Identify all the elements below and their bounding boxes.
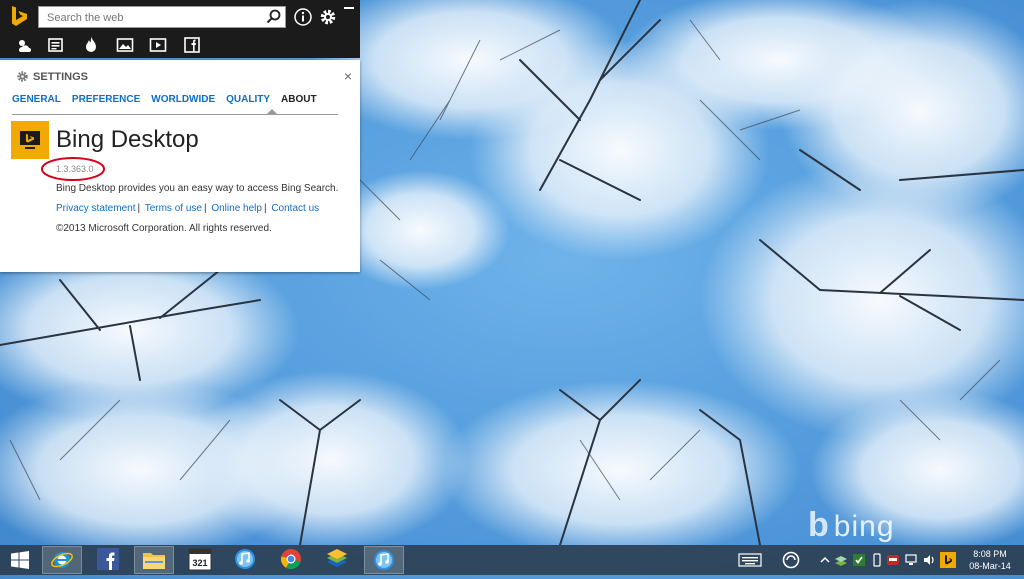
trending-icon[interactable] bbox=[82, 36, 100, 54]
calendar-number: 321 bbox=[192, 558, 207, 568]
copyright-text: ©2013 Microsoft Corporation. All rights … bbox=[56, 223, 272, 234]
internet-explorer-icon bbox=[51, 552, 73, 568]
tab-preference[interactable]: PREFERENCE bbox=[72, 94, 140, 105]
tab-worldwide[interactable]: WORLDWIDE bbox=[151, 94, 215, 105]
close-icon[interactable]: × bbox=[344, 68, 352, 84]
bing-watermark-logo: b bing bbox=[808, 506, 895, 544]
app-description: Bing Desktop provides you an easy way to… bbox=[56, 183, 339, 194]
active-tab-caret bbox=[267, 109, 277, 114]
version-number: 1.3.363.0 bbox=[56, 164, 94, 174]
start-button[interactable] bbox=[0, 546, 40, 574]
tab-about[interactable]: ABOUT bbox=[281, 94, 317, 105]
tab-divider bbox=[12, 114, 338, 115]
gear-icon[interactable] bbox=[318, 7, 338, 27]
search-box bbox=[38, 6, 286, 28]
chrome-button[interactable] bbox=[272, 546, 312, 574]
search-button-icon[interactable] bbox=[265, 8, 283, 26]
show-hidden-icons-icon[interactable] bbox=[820, 553, 830, 567]
bing-logo-icon[interactable] bbox=[8, 5, 30, 29]
itunes-running-button[interactable] bbox=[364, 546, 404, 574]
online-help-link[interactable]: Online help bbox=[211, 203, 262, 214]
sync-circle-icon[interactable] bbox=[782, 551, 800, 569]
app-title: Bing Desktop bbox=[56, 126, 199, 153]
facebook-icon bbox=[97, 548, 119, 570]
windows-logo-icon bbox=[11, 551, 29, 569]
facebook-button[interactable] bbox=[88, 546, 128, 574]
tab-general[interactable]: GENERAL bbox=[12, 94, 61, 105]
touch-keyboard-icon[interactable] bbox=[738, 553, 762, 567]
gear-icon bbox=[17, 71, 28, 82]
videos-icon[interactable] bbox=[149, 36, 167, 54]
network-app-icon[interactable] bbox=[834, 553, 848, 567]
bing-desktop-app-icon bbox=[11, 121, 49, 159]
calendar-icon: 321 bbox=[188, 548, 212, 571]
facebook-icon[interactable] bbox=[183, 36, 201, 54]
bing-tray-icon[interactable] bbox=[940, 552, 956, 568]
toolbar-shortcuts bbox=[0, 34, 360, 56]
settings-tabs: GENERAL PREFERENCE WORLDWIDE QUALITY ABO… bbox=[12, 94, 328, 105]
privacy-statement-link[interactable]: Privacy statement bbox=[56, 203, 135, 214]
clock-date: 08-Mar-14 bbox=[969, 561, 1011, 571]
file-explorer-icon bbox=[143, 553, 165, 569]
itunes-button[interactable] bbox=[226, 546, 266, 574]
chrome-icon bbox=[280, 549, 301, 570]
settings-panel: SETTINGS × GENERAL PREFERENCE WORLDWIDE … bbox=[0, 60, 360, 272]
minimize-icon[interactable] bbox=[344, 7, 354, 10]
settings-header: SETTINGS bbox=[16, 70, 88, 83]
terms-of-use-link[interactable]: Terms of use bbox=[145, 203, 202, 214]
antivirus-icon[interactable] bbox=[886, 553, 900, 567]
clock-time: 8:08 PM bbox=[973, 549, 1007, 559]
tab-quality[interactable]: QUALITY bbox=[226, 94, 270, 105]
weather-icon[interactable] bbox=[15, 36, 33, 54]
images-icon[interactable] bbox=[116, 36, 134, 54]
green-shield-icon[interactable] bbox=[852, 553, 866, 567]
info-icon[interactable] bbox=[293, 7, 313, 27]
itunes-icon bbox=[235, 549, 255, 569]
calendar-button[interactable]: 321 bbox=[180, 546, 220, 574]
contact-us-link[interactable]: Contact us bbox=[271, 203, 319, 214]
about-links: Privacy statement | Terms of use | Online … bbox=[56, 203, 320, 214]
file-explorer-button[interactable] bbox=[134, 546, 174, 574]
bluestacks-icon bbox=[327, 549, 347, 567]
network-icon[interactable] bbox=[904, 553, 918, 567]
bluestacks-button[interactable] bbox=[318, 546, 358, 574]
phone-icon[interactable] bbox=[870, 553, 884, 567]
volume-icon[interactable] bbox=[922, 553, 936, 567]
news-icon[interactable] bbox=[47, 36, 65, 54]
settings-title: SETTINGS bbox=[33, 70, 89, 83]
system-clock[interactable]: 8:08 PM 08-Mar-14 bbox=[962, 548, 1018, 572]
itunes-icon bbox=[374, 550, 394, 570]
search-input[interactable] bbox=[45, 8, 269, 28]
taskbar: 321 8:08 PM 08-Mar-14 bbox=[0, 545, 1024, 575]
internet-explorer-button[interactable] bbox=[42, 546, 82, 574]
bing-desktop-toolbar bbox=[0, 0, 360, 58]
